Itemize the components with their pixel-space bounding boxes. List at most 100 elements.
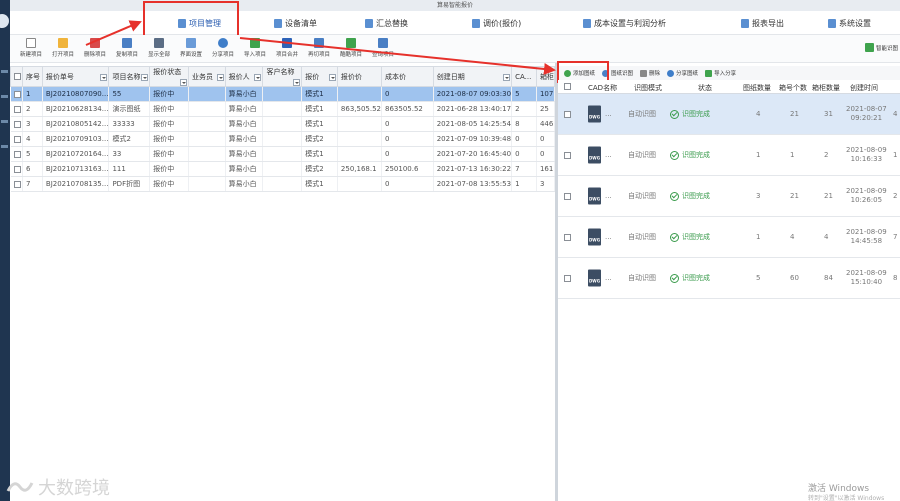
drawing-row[interactable]: DWG... 自动识图 识图完成 5 60 84 2021-08-09 15:10:40 8	[558, 258, 900, 299]
checkbox[interactable]	[13, 120, 21, 128]
filter-dropdown-icon[interactable]	[100, 73, 108, 81]
menu-price-adjust[interactable]: 调价(报价)	[472, 16, 521, 30]
cell-ca: 0	[511, 131, 537, 147]
drawing-row[interactable]: DWG... 自动识图 识图完成 4 21 31 2021-08-07 09:20:21 4	[558, 94, 900, 135]
filter-dropdown-icon[interactable]	[293, 79, 301, 86]
query-icon	[378, 38, 388, 48]
checkbox[interactable]	[564, 233, 571, 241]
filter-dropdown-icon[interactable]	[328, 73, 336, 81]
cell-date: 2021-07-13 16:30:22	[433, 161, 513, 177]
table-row[interactable]: 5 BJ20210720164... 33 报价中 算易小白 模式1 0 2021-07-20…	[10, 146, 556, 162]
merge-project-button[interactable]: 项目合并	[272, 38, 302, 58]
new-project-button[interactable]: 新建项目	[16, 38, 46, 58]
col-header-customer[interactable]: 客户名称	[262, 66, 303, 87]
sidebar-icon[interactable]	[1, 120, 8, 123]
checkbox[interactable]	[14, 73, 21, 80]
filter-dropdown-icon[interactable]	[216, 73, 224, 81]
import-share-button[interactable]: 导入分享	[705, 69, 736, 77]
row-checkbox-cell[interactable]	[10, 101, 23, 117]
row-checkbox[interactable]	[564, 274, 571, 282]
col-header-sales[interactable]: 业务员	[188, 66, 226, 87]
table-row[interactable]: 4 BJ20210709103... 模式2 报价中 算易小白 模式2 0 2021-07-0…	[10, 131, 556, 147]
checkbox[interactable]	[564, 192, 571, 200]
row-checkbox[interactable]	[564, 192, 571, 200]
col-header-quote[interactable]: 报价价	[336, 66, 383, 87]
filter-dropdown-icon[interactable]	[254, 73, 262, 81]
sidebar-icon[interactable]	[1, 70, 8, 73]
cad-name: ...	[605, 274, 612, 282]
menu-system-settings[interactable]: 系统设置	[828, 16, 871, 30]
row-checkbox[interactable]	[564, 151, 571, 159]
col-header-box[interactable]: 箱柜	[535, 66, 556, 87]
cell-quote	[337, 146, 383, 162]
filter-dropdown-icon[interactable]	[503, 73, 511, 81]
row-checkbox[interactable]	[564, 233, 571, 241]
open-project-button[interactable]: 打开项目	[48, 38, 78, 58]
delete-drawing-button[interactable]: 删除	[640, 69, 660, 77]
row-checkbox-cell[interactable]	[10, 131, 23, 147]
col-header-ca[interactable]: CA...	[511, 66, 537, 87]
page-count: 1	[756, 151, 761, 159]
row-checkbox[interactable]	[564, 110, 571, 118]
checkbox[interactable]	[13, 150, 21, 158]
menu-summary-replace[interactable]: 汇总替换	[365, 16, 408, 30]
query-project-button[interactable]: 查询项目	[368, 38, 398, 58]
menu-equipment-list[interactable]: 设备清单	[274, 16, 317, 30]
drawing-row[interactable]: DWG... 自动识图 识图完成 1 1 2 2021-08-09 10:16:33 1	[558, 135, 900, 176]
table-row[interactable]: 3 BJ20210805142... 33333 报价中 算易小白 模式1 0 2021-08…	[10, 116, 556, 132]
ui-settings-button[interactable]: 界面设置	[176, 38, 206, 58]
row-checkbox-cell[interactable]	[10, 116, 23, 132]
smart-recognition-button[interactable]: 智能识图	[864, 43, 898, 52]
cell-mode: 模式1	[301, 116, 338, 132]
share-icon	[218, 38, 228, 48]
copy-project-button[interactable]: 复制项目	[112, 38, 142, 58]
checkbox[interactable]	[13, 180, 21, 188]
table-row[interactable]: 6 BJ20210713163... 111 报价中 算易小白 模式2 250,168.1 2…	[10, 161, 556, 177]
delete-icon	[90, 38, 100, 48]
col-header-name[interactable]: 项目名称	[108, 66, 151, 87]
filter-dropdown-icon[interactable]	[141, 73, 149, 81]
checkbox[interactable]	[13, 105, 21, 113]
checkbox[interactable]	[13, 90, 21, 98]
col-header-mode[interactable]: 报价	[301, 66, 338, 87]
share-project-button[interactable]: 分享项目	[208, 38, 238, 58]
menu-report-export[interactable]: 报表导出	[741, 16, 784, 30]
row-checkbox-cell[interactable]	[10, 176, 23, 192]
drawing-row[interactable]: DWG... 自动识图 识图完成 3 21 21 2021-08-09 10:26:05 2	[558, 176, 900, 217]
select-all-checkbox[interactable]	[10, 66, 23, 87]
row-checkbox-cell[interactable]	[10, 161, 23, 177]
table-row[interactable]: 2 BJ20210628134... 演示图纸 报价中 算易小白 模式1 863,505.5…	[10, 101, 556, 117]
row-checkbox-cell[interactable]	[10, 86, 23, 102]
cell-date: 2021-07-20 16:45:40	[433, 146, 513, 162]
row-checkbox-cell[interactable]	[10, 146, 23, 162]
col-header-date[interactable]: 创建日期	[432, 66, 513, 87]
table-row[interactable]: 7 BJ20210708135... PDF折图 报价中 算易小白 模式1 0 2021-07…	[10, 176, 556, 192]
col-header-code[interactable]: 报价单号	[41, 66, 110, 87]
checkbox[interactable]	[564, 82, 571, 90]
checkbox[interactable]	[564, 274, 571, 282]
recut-project-button[interactable]: 再切项目	[304, 38, 334, 58]
sidebar-icon[interactable]	[1, 145, 8, 148]
checkbox[interactable]	[13, 135, 21, 143]
cell-ca: 8	[511, 116, 537, 132]
checkbox[interactable]	[564, 151, 571, 159]
sidebar-icon[interactable]	[1, 95, 8, 98]
share-icon	[667, 69, 675, 77]
menu-cost-profit[interactable]: 成本设置与利润分析	[583, 16, 666, 30]
cell-box: 107	[536, 86, 556, 102]
import-project-button[interactable]: 导入项目	[240, 38, 270, 58]
delete-project-button[interactable]: 删除项目	[80, 38, 110, 58]
cool-project-button[interactable]: 酷酷项目	[336, 38, 366, 58]
col-header-status[interactable]: 报价状态	[149, 66, 189, 87]
show-all-button[interactable]: 显示全部	[144, 38, 174, 58]
drawing-row[interactable]: DWG... 自动识图 识图完成 1 4 4 2021-08-09 14:45:58 7	[558, 217, 900, 258]
select-all-checkbox[interactable]	[564, 82, 571, 90]
cad-name: ...	[605, 192, 612, 200]
checkbox[interactable]	[13, 165, 21, 173]
table-row[interactable]: 1 BJ20210807090... 55 报价中 算易小白 模式1 0 2021-08-07…	[10, 86, 556, 102]
filter-dropdown-icon[interactable]	[180, 79, 187, 86]
col-header-cost[interactable]: 成本价	[381, 66, 434, 87]
col-header-quoter[interactable]: 报价人	[224, 66, 264, 87]
checkbox[interactable]	[564, 110, 571, 118]
share-drawing-button[interactable]: 分享图纸	[667, 69, 698, 77]
